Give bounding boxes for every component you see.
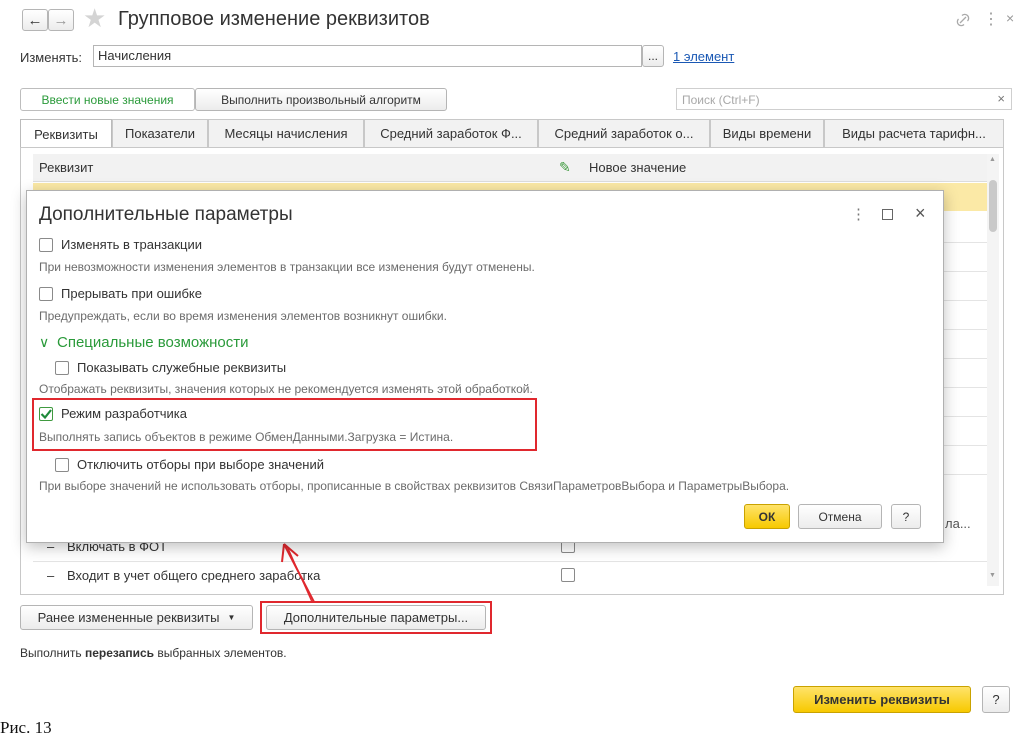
tab-label: Показатели bbox=[125, 126, 195, 141]
table-row[interactable]: – Входит в учет общего среднего заработк… bbox=[33, 562, 973, 588]
search-input[interactable]: Поиск (Ctrl+F) × bbox=[676, 88, 1012, 110]
tab-label: Месяцы начисления bbox=[224, 126, 348, 141]
scroll-thumb[interactable] bbox=[989, 180, 997, 232]
dialog-help-button[interactable]: ? bbox=[891, 504, 921, 529]
dialog-help-label: ? bbox=[902, 509, 910, 524]
dialog-maximize-icon[interactable] bbox=[882, 209, 893, 220]
pencil-icon: ✎ bbox=[559, 159, 571, 175]
tab-accrual-months[interactable]: Месяцы начисления bbox=[208, 119, 364, 147]
forward-button[interactable]: → bbox=[48, 9, 74, 31]
tab-indicators[interactable]: Показатели bbox=[112, 119, 208, 147]
tab-average-earnings-f[interactable]: Средний заработок Ф... bbox=[364, 119, 538, 147]
ok-label: ОК bbox=[758, 509, 776, 524]
stop-on-error-checkbox[interactable] bbox=[39, 287, 53, 301]
transaction-checkbox[interactable] bbox=[39, 238, 53, 252]
close-icon[interactable]: × bbox=[1006, 10, 1014, 26]
more-icon[interactable]: ⋮ bbox=[983, 9, 999, 29]
service-attrs-checkbox[interactable] bbox=[55, 361, 69, 375]
info-prefix: Выполнить bbox=[20, 646, 85, 660]
tab-tariff-calc-types[interactable]: Виды расчета тарифн... bbox=[824, 119, 1004, 147]
ok-button[interactable]: ОК bbox=[744, 504, 790, 529]
back-button[interactable]: ← bbox=[22, 9, 48, 31]
disable-filters-checkbox[interactable] bbox=[55, 458, 69, 472]
scroll-down-icon[interactable]: ▼ bbox=[989, 572, 996, 579]
tab-time-types[interactable]: Виды времени bbox=[710, 119, 824, 147]
tab-label: Средний заработок Ф... bbox=[380, 126, 522, 141]
star-icon[interactable]: ★ bbox=[83, 3, 106, 33]
change-attributes-button[interactable]: Изменить реквизиты bbox=[793, 686, 971, 713]
dropdown-arrow-icon: ▼ bbox=[227, 613, 236, 622]
tab-new-values[interactable]: Ввести новые значения bbox=[20, 88, 195, 111]
select-button[interactable]: ... bbox=[642, 45, 664, 67]
dialog-more-icon[interactable]: ⋮ bbox=[851, 205, 866, 223]
change-input[interactable]: Начисления bbox=[93, 45, 642, 67]
tab-attributes[interactable]: Реквизиты bbox=[20, 119, 112, 148]
disable-filters-note: При выборе значений не использовать отбо… bbox=[39, 479, 790, 493]
col-attribute: Реквизит bbox=[39, 160, 94, 175]
dialog-close-icon[interactable]: × bbox=[915, 203, 926, 224]
cancel-label: Отмена bbox=[818, 509, 862, 524]
partial-cell-text: ла... bbox=[945, 516, 971, 531]
annotation-arrow bbox=[281, 543, 315, 603]
tab-label: Виды времени bbox=[722, 126, 812, 141]
tab-label: Реквизиты bbox=[34, 126, 98, 142]
elements-link[interactable]: 1 элемент bbox=[673, 49, 734, 64]
cancel-button[interactable]: Отмена bbox=[798, 504, 882, 529]
figure-caption: Рис. 13 bbox=[0, 718, 52, 737]
info-text: Выполнить перезапись выбранных элементов… bbox=[20, 646, 287, 660]
tab-label: Виды расчета тарифн... bbox=[842, 126, 986, 141]
change-label: Изменять: bbox=[20, 50, 83, 65]
tab-algorithm-label: Выполнить произвольный алгоритм bbox=[221, 92, 421, 107]
table-header: Реквизит ✎ Новое значение bbox=[33, 154, 989, 182]
row-checkbox[interactable] bbox=[561, 568, 575, 582]
dialog-title: Дополнительные параметры bbox=[39, 204, 293, 225]
link-icon[interactable] bbox=[955, 12, 971, 28]
stop-on-error-label[interactable]: Прерывать при ошибке bbox=[61, 286, 202, 301]
tab-average-earnings-o[interactable]: Средний заработок о... bbox=[538, 119, 710, 147]
ellipsis-label: ... bbox=[647, 49, 658, 63]
disable-filters-label[interactable]: Отключить отборы при выборе значений bbox=[77, 457, 324, 472]
service-attrs-label[interactable]: Показывать служебные реквизиты bbox=[77, 360, 286, 375]
highlight-developer-mode bbox=[32, 398, 537, 451]
row-dash: – bbox=[47, 568, 55, 583]
stop-on-error-note: Предупреждать, если во время изменения э… bbox=[39, 309, 447, 323]
change-attributes-label: Изменить реквизиты bbox=[814, 692, 950, 707]
arrow-right-icon: → bbox=[53, 11, 69, 29]
scrollbar[interactable]: ▲ ▼ bbox=[987, 154, 999, 586]
help-label: ? bbox=[992, 692, 1000, 707]
prev-changed-button[interactable]: Ранее измененные реквизиты ▼ bbox=[20, 605, 253, 630]
arrow-left-icon: ← bbox=[27, 11, 43, 29]
tab-new-values-label: Ввести новые значения bbox=[41, 92, 174, 107]
change-input-value: Начисления bbox=[98, 48, 172, 63]
section-chevron-icon[interactable]: ∨ bbox=[39, 334, 49, 351]
prev-changed-label: Ранее измененные реквизиты bbox=[37, 610, 220, 625]
info-suffix: выбранных элементов. bbox=[154, 646, 287, 660]
section-title[interactable]: Специальные возможности bbox=[57, 334, 249, 351]
help-button[interactable]: ? bbox=[982, 686, 1010, 713]
transaction-label[interactable]: Изменять в транзакции bbox=[61, 237, 202, 252]
col-new-value: Новое значение bbox=[589, 160, 687, 175]
info-bold: перезапись bbox=[84, 646, 155, 660]
search-placeholder: Поиск (Ctrl+F) bbox=[682, 93, 760, 107]
transaction-note: При невозможности изменения элементов в … bbox=[39, 260, 535, 274]
tab-label: Средний заработок о... bbox=[554, 126, 694, 141]
clear-search-icon[interactable]: × bbox=[997, 91, 1005, 106]
service-attrs-note: Отображать реквизиты, значения которых н… bbox=[39, 382, 533, 396]
extra-params-dialog: Дополнительные параметры ⋮ × Изменять в … bbox=[26, 190, 944, 543]
scroll-up-icon[interactable]: ▲ bbox=[989, 156, 996, 163]
window-title: Групповое изменение реквизитов bbox=[118, 8, 430, 30]
tab-algorithm[interactable]: Выполнить произвольный алгоритм bbox=[195, 88, 447, 111]
